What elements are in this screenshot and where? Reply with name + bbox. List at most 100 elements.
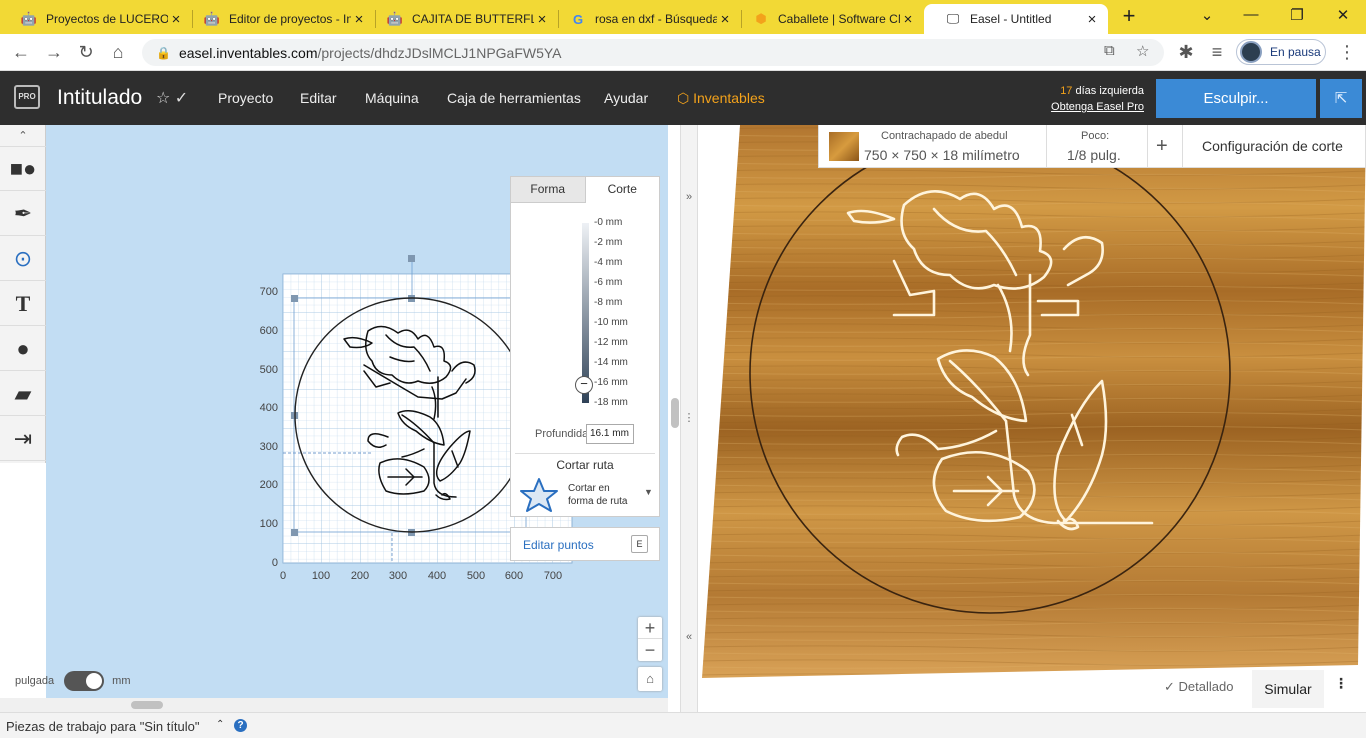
close-icon[interactable]: × xyxy=(351,11,367,28)
depth-input[interactable]: 16.1 mm xyxy=(586,424,634,444)
unit-toggle[interactable] xyxy=(64,671,105,691)
material-name[interactable]: Contrachapado de abedul xyxy=(881,130,1008,142)
new-tab-plus-icon[interactable]: + xyxy=(1118,5,1140,28)
menu-toolbox[interactable]: Caja de herramientas xyxy=(447,90,581,106)
address-bar-row: ← → ↻ ⌂ 🔒 easel.inventables.com/projects… xyxy=(0,34,1366,71)
detailed-toggle[interactable]: ✓ Detallado xyxy=(1164,679,1233,695)
close-icon[interactable]: × xyxy=(1084,11,1100,28)
material-size[interactable]: 750 × 750 × 18 milímetro xyxy=(864,147,1020,163)
check-icon: ✓ xyxy=(1164,679,1175,694)
bit-value[interactable]: 1/8 pulg. xyxy=(1067,147,1121,163)
expand-right-icon[interactable]: » xyxy=(681,191,697,203)
import-icon[interactable]: ⇥ xyxy=(0,417,46,461)
depth-tick: -4 mm xyxy=(594,257,623,268)
edit-points-label: Editar puntos xyxy=(523,538,594,552)
drag-handle-icon[interactable]: ⋮ xyxy=(681,411,697,424)
close-icon[interactable]: × xyxy=(900,11,916,28)
collapse-chevron-icon[interactable]: ⌃ xyxy=(0,125,46,147)
profile-button[interactable]: En pausa xyxy=(1236,39,1326,65)
help-question-icon[interactable]: ? xyxy=(234,719,247,732)
x-tick: 0 xyxy=(280,570,286,582)
menu-edit[interactable]: Editar xyxy=(300,90,337,106)
home-view-icon[interactable]: ⌂ xyxy=(638,667,662,691)
bookmark-star-icon[interactable]: ☆ xyxy=(1136,42,1149,60)
back-arrow-icon[interactable]: ← xyxy=(10,42,32,64)
cut-settings-button[interactable]: Configuración de corte xyxy=(1202,138,1343,154)
maximize-icon[interactable]: ❐ xyxy=(1286,6,1308,24)
menu-inventables[interactable]: ⬡ Inventables xyxy=(677,90,765,107)
more-options-icon[interactable]: ⋮ xyxy=(1334,675,1348,692)
browser-tab[interactable]: 🤖 CAJITA DE BUTTERFLY × xyxy=(366,4,558,34)
x-tick: 300 xyxy=(389,570,407,582)
tab-title: Easel - Untitled xyxy=(970,12,1052,26)
carve-options-icon[interactable]: ⇱ xyxy=(1320,79,1362,118)
add-bit-plus-icon[interactable]: + xyxy=(1156,135,1168,158)
carve-preview[interactable] xyxy=(698,125,1366,713)
horizontal-scrollbar[interactable] xyxy=(0,698,668,712)
y-tick: 300 xyxy=(260,441,278,453)
menu-project[interactable]: Proyecto xyxy=(218,90,273,106)
zoom-in-icon[interactable]: + xyxy=(638,617,662,639)
collapse-left-icon[interactable]: « xyxy=(681,631,697,643)
tab-title: CAJITA DE BUTTERFLY xyxy=(412,12,534,26)
forward-arrow-icon[interactable]: → xyxy=(43,42,65,64)
workpieces-bar: Piezas de trabajo para "Sin título" ⌃ ? xyxy=(0,712,1366,738)
close-icon[interactable]: × xyxy=(168,11,184,28)
browser-tab-active[interactable]: 🖵 Easel - Untitled × xyxy=(924,4,1108,34)
close-icon[interactable]: × xyxy=(717,11,733,28)
menu-machine[interactable]: Máquina xyxy=(365,90,419,106)
y-tick: 200 xyxy=(260,479,278,491)
shapes-tool-icon[interactable]: ■● xyxy=(0,147,46,191)
favorite-star-icon[interactable]: ☆ xyxy=(156,90,170,107)
menu-help[interactable]: Ayudar xyxy=(604,90,648,106)
material-swatch[interactable] xyxy=(829,132,859,161)
url-path: /projects/dhdzJDslMCLJ1NPGaFW5YA xyxy=(317,44,562,61)
reload-icon[interactable]: ↻ xyxy=(75,42,97,64)
translate-icon[interactable]: ⧉ xyxy=(1104,42,1115,59)
panel-divider[interactable]: » ⋮ « xyxy=(680,125,698,713)
y-tick: 0 xyxy=(272,557,278,569)
chevron-up-icon[interactable]: ⌃ xyxy=(216,719,224,730)
edit-points-button[interactable]: Editar puntos E xyxy=(510,527,660,561)
zoom-out-icon[interactable]: − xyxy=(638,639,662,661)
x-tick: 700 xyxy=(544,570,562,582)
extensions-puzzle-icon[interactable]: ✱ xyxy=(1175,42,1197,64)
depth-tick: -14 mm xyxy=(594,357,628,368)
apps-apple-icon[interactable]: ● xyxy=(0,327,46,371)
tab-cut[interactable]: Corte xyxy=(586,177,660,203)
3d-box-icon[interactable]: ▰ xyxy=(0,372,46,416)
workpieces-label[interactable]: Piezas de trabajo para "Sin título" xyxy=(6,719,200,734)
dropdown-caret-icon[interactable]: ▼ xyxy=(644,487,653,497)
project-title[interactable]: Intitulado xyxy=(57,86,142,110)
target-tool-icon[interactable]: ⊙ xyxy=(0,237,46,281)
minimize-icon[interactable]: — xyxy=(1240,6,1262,23)
browser-tab[interactable]: 🤖 Editor de proyectos - In × xyxy=(183,4,375,34)
media-control-icon[interactable]: ≡ xyxy=(1206,42,1228,64)
star-outline-icon[interactable] xyxy=(519,477,559,513)
y-tick: 500 xyxy=(260,364,278,376)
browser-tab[interactable]: ⬢ Caballete | Software CN × xyxy=(732,4,924,34)
cut-path-option[interactable]: Cortar en forma de ruta xyxy=(568,482,627,508)
simulate-button[interactable]: Simular xyxy=(1252,670,1324,708)
tab-search-icon[interactable]: ⌄ xyxy=(1196,6,1218,24)
depth-slider-handle[interactable]: − xyxy=(575,376,593,394)
cut-path-title: Cortar ruta xyxy=(556,458,614,472)
google-favicon-icon: G xyxy=(572,11,584,27)
depth-tick: -0 mm xyxy=(594,217,623,228)
chrome-menu-icon[interactable]: ⋮ xyxy=(1336,42,1358,64)
tab-shape[interactable]: Forma xyxy=(511,177,586,203)
monitor-favicon-icon: 🖵 xyxy=(946,11,960,26)
window-close-icon[interactable]: ✕ xyxy=(1332,6,1354,24)
text-tool-icon[interactable]: T xyxy=(0,282,46,326)
close-icon[interactable]: × xyxy=(534,11,550,28)
browser-tab[interactable]: G rosa en dxf - Búsqueda × xyxy=(549,4,741,34)
pen-tool-icon[interactable]: ✒ xyxy=(0,192,46,236)
carve-button[interactable]: Esculpir... xyxy=(1156,79,1316,118)
vertical-scrollbar[interactable] xyxy=(671,398,679,428)
unit-toggle-group: pulgada mm xyxy=(15,671,130,691)
url-field[interactable]: 🔒 easel.inventables.com/projects/dhdzJDs… xyxy=(142,39,1164,66)
get-pro-link[interactable]: Obtenga Easel Pro xyxy=(1040,99,1144,115)
browser-tab[interactable]: 🤖 Proyectos de LUCERO × xyxy=(0,4,192,34)
y-tick: 700 xyxy=(260,286,278,298)
home-icon[interactable]: ⌂ xyxy=(107,42,129,64)
